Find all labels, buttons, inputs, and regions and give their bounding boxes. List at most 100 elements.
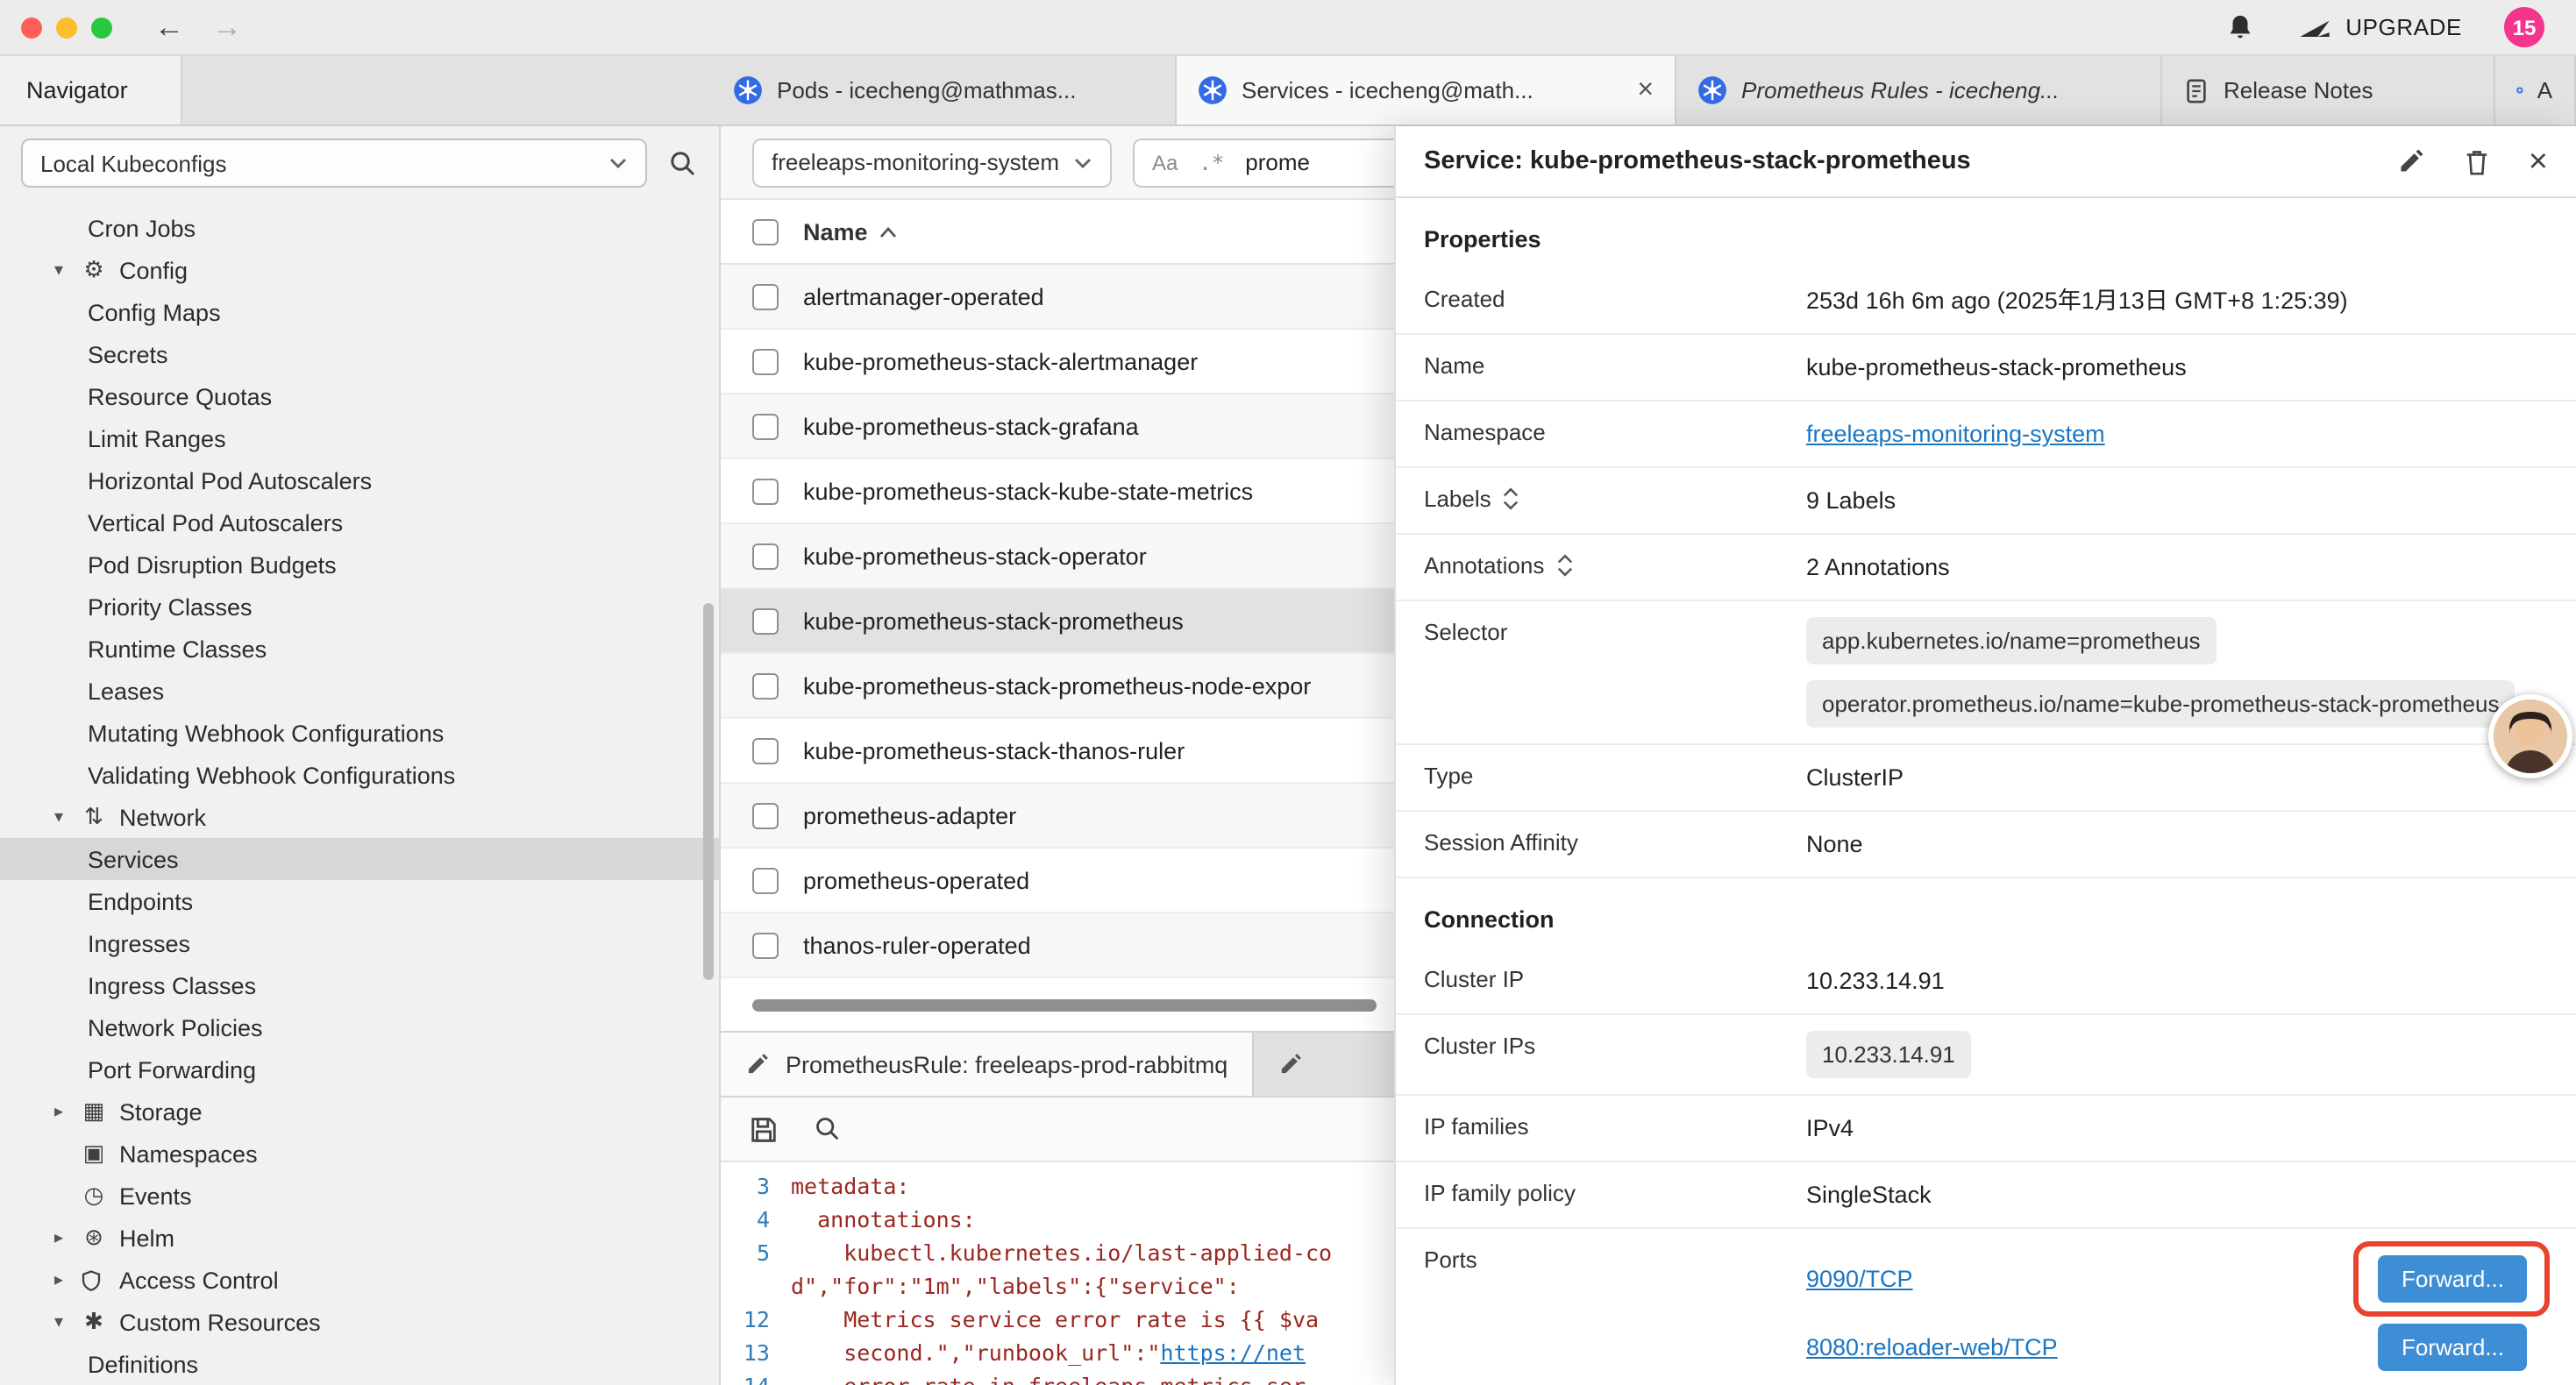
- sidebar-search-icon[interactable]: [668, 148, 698, 178]
- property-label: Cluster IP: [1424, 964, 1806, 992]
- kubernetes-icon: [1697, 75, 1727, 105]
- user-avatar[interactable]: [2488, 694, 2572, 778]
- row-checkbox[interactable]: [752, 672, 779, 699]
- sidebar-item-network-policies[interactable]: Network Policies: [0, 1006, 719, 1048]
- sidebar-item-cron-jobs[interactable]: Cron Jobs: [0, 207, 719, 249]
- property-label: Name: [1424, 351, 1806, 379]
- app-window: ← → UPGRADE 15 Navigator Pods - icecheng…: [0, 0, 2576, 1385]
- horizontal-scrollbar[interactable]: [752, 999, 1377, 1012]
- sidebar-item-port-forwarding[interactable]: Port Forwarding: [0, 1048, 719, 1090]
- sidebar-item-secrets[interactable]: Secrets: [0, 333, 719, 375]
- kubernetes-icon: [2516, 75, 2523, 105]
- item-label: Services: [88, 846, 179, 872]
- sidebar-item-storage[interactable]: ▸▦Storage: [0, 1090, 719, 1133]
- sidebar-item-mutating-webhook-configurations[interactable]: Mutating Webhook Configurations: [0, 712, 719, 754]
- upgrade-button[interactable]: UPGRADE: [2296, 13, 2462, 41]
- column-header-name[interactable]: Name: [803, 218, 898, 245]
- row-checkbox[interactable]: [752, 413, 779, 439]
- sidebar-item-endpoints[interactable]: Endpoints: [0, 880, 719, 922]
- upgrade-label: UPGRADE: [2345, 14, 2462, 40]
- tab-prometheus-rules[interactable]: Prometheus Rules - icecheng...: [1676, 56, 2162, 124]
- tab-release-notes[interactable]: Release Notes: [2162, 56, 2495, 124]
- sidebar-item-config[interactable]: ▾⚙Config: [0, 249, 719, 291]
- navigator-panel-tab[interactable]: Navigator: [0, 56, 182, 124]
- edit-pencil-icon[interactable]: [2397, 147, 2425, 175]
- delete-trash-icon[interactable]: [2464, 146, 2490, 176]
- sidebar-item-limit-ranges[interactable]: Limit Ranges: [0, 417, 719, 459]
- back-arrow-icon[interactable]: ←: [154, 12, 184, 42]
- tab-pods[interactable]: Pods - icecheng@mathmas...: [712, 56, 1177, 124]
- property-label: Namespace: [1424, 417, 1806, 445]
- sidebar-scrollbar[interactable]: [703, 603, 714, 980]
- tab-close-icon[interactable]: ×: [1623, 75, 1654, 106]
- sidebar-item-validating-webhook-configurations[interactable]: Validating Webhook Configurations: [0, 754, 719, 796]
- namespace-filter-dropdown[interactable]: freeleaps-monitoring-system: [752, 138, 1112, 187]
- sidebar-item-custom-resources[interactable]: ▾✱Custom Resources: [0, 1301, 719, 1343]
- sidebar-item-helm[interactable]: ▸⊛Helm: [0, 1217, 719, 1259]
- save-icon[interactable]: [749, 1114, 779, 1144]
- sidebar-item-runtime-classes[interactable]: Runtime Classes: [0, 628, 719, 670]
- item-label: Events: [119, 1183, 192, 1209]
- expand-updown-icon[interactable]: [1556, 554, 1572, 577]
- window-zoom-button[interactable]: [91, 17, 112, 38]
- dock-tab-prometheusrule[interactable]: PrometheusRule: freeleaps-prod-rabbitmq: [721, 1033, 1254, 1096]
- chevron-right-icon: ▸: [49, 1228, 68, 1247]
- row-checkbox[interactable]: [752, 348, 779, 374]
- item-label: Secrets: [88, 341, 168, 367]
- sidebar-item-resource-quotas[interactable]: Resource Quotas: [0, 375, 719, 417]
- port-forward-button[interactable]: Forward...: [2379, 1324, 2527, 1371]
- port-link[interactable]: 8080:reloader-web/TCP: [1806, 1331, 2058, 1364]
- row-checkbox[interactable]: [752, 867, 779, 893]
- window-close-button[interactable]: [21, 17, 42, 38]
- sidebar-item-ingresses[interactable]: Ingresses: [0, 922, 719, 964]
- select-all-checkbox[interactable]: [752, 218, 779, 245]
- row-checkbox[interactable]: [752, 607, 779, 634]
- window-minimize-button[interactable]: [56, 17, 77, 38]
- kubeconfig-dropdown[interactable]: Local Kubeconfigs: [21, 138, 647, 188]
- service-name: kube-prometheus-stack-kube-state-metrics: [803, 478, 1253, 504]
- regex-toggle[interactable]: .*: [1199, 150, 1224, 174]
- row-checkbox[interactable]: [752, 737, 779, 764]
- sidebar-item-ingress-classes[interactable]: Ingress Classes: [0, 964, 719, 1006]
- tab-label: Pods - icecheng@mathmas...: [777, 77, 1076, 103]
- sidebar-item-namespaces[interactable]: ▣Namespaces: [0, 1133, 719, 1175]
- row-checkbox[interactable]: [752, 932, 779, 958]
- property-value: 10.233.14.91: [1806, 964, 2548, 998]
- edit-pencil-icon: [1278, 1052, 1303, 1076]
- sidebar-item-events[interactable]: ◷Events: [0, 1175, 719, 1217]
- row-checkbox[interactable]: [752, 283, 779, 309]
- tab-services[interactable]: Services - icecheng@math... ×: [1177, 56, 1676, 124]
- tab-bar-spacer: [182, 56, 712, 124]
- forward-arrow-icon[interactable]: →: [212, 12, 242, 42]
- property-row-type: Type ClusterIP: [1396, 745, 2576, 812]
- sidebar-item-services[interactable]: Services: [0, 838, 719, 880]
- notifications-bell-icon[interactable]: [2224, 11, 2254, 43]
- property-row-name: Name kube-prometheus-stack-prometheus: [1396, 335, 2576, 401]
- property-label: Labels: [1424, 486, 1491, 512]
- namespace-link[interactable]: freeleaps-monitoring-system: [1806, 421, 2105, 447]
- tab-argo[interactable]: Argo S: [2495, 56, 2576, 124]
- sidebar-item-leases[interactable]: Leases: [0, 670, 719, 712]
- sidebar-item-pod-disruption-budgets[interactable]: Pod Disruption Budgets: [0, 543, 719, 586]
- property-label: Created: [1424, 284, 1806, 312]
- notification-count-badge[interactable]: 15: [2504, 7, 2544, 47]
- sidebar-item-priority-classes[interactable]: Priority Classes: [0, 586, 719, 628]
- sidebar-item-vertical-pod-autoscalers[interactable]: Vertical Pod Autoscalers: [0, 501, 719, 543]
- sidebar-item-network[interactable]: ▾⇅Network: [0, 796, 719, 838]
- sidebar-item-config-maps[interactable]: Config Maps: [0, 291, 719, 333]
- port-link[interactable]: 9090/TCP: [1806, 1262, 1913, 1296]
- row-checkbox[interactable]: [752, 543, 779, 569]
- port-forward-button[interactable]: Forward...: [2379, 1255, 2527, 1303]
- row-checkbox[interactable]: [752, 802, 779, 828]
- close-icon[interactable]: ×: [2529, 145, 2548, 178]
- property-row-annotations: Annotations 2 Annotations: [1396, 535, 2576, 601]
- kubernetes-icon: [1198, 75, 1228, 105]
- expand-updown-icon[interactable]: [1504, 487, 1519, 510]
- sidebar-item-access-control[interactable]: ▸Access Control: [0, 1259, 719, 1301]
- match-case-toggle[interactable]: Aa: [1152, 150, 1178, 174]
- sidebar-item-horizontal-pod-autoscalers[interactable]: Horizontal Pod Autoscalers: [0, 459, 719, 501]
- row-checkbox[interactable]: [752, 478, 779, 504]
- editor-search-icon[interactable]: [814, 1115, 842, 1143]
- release-notes-icon: [2183, 76, 2210, 104]
- sidebar-item-definitions[interactable]: Definitions: [0, 1343, 719, 1385]
